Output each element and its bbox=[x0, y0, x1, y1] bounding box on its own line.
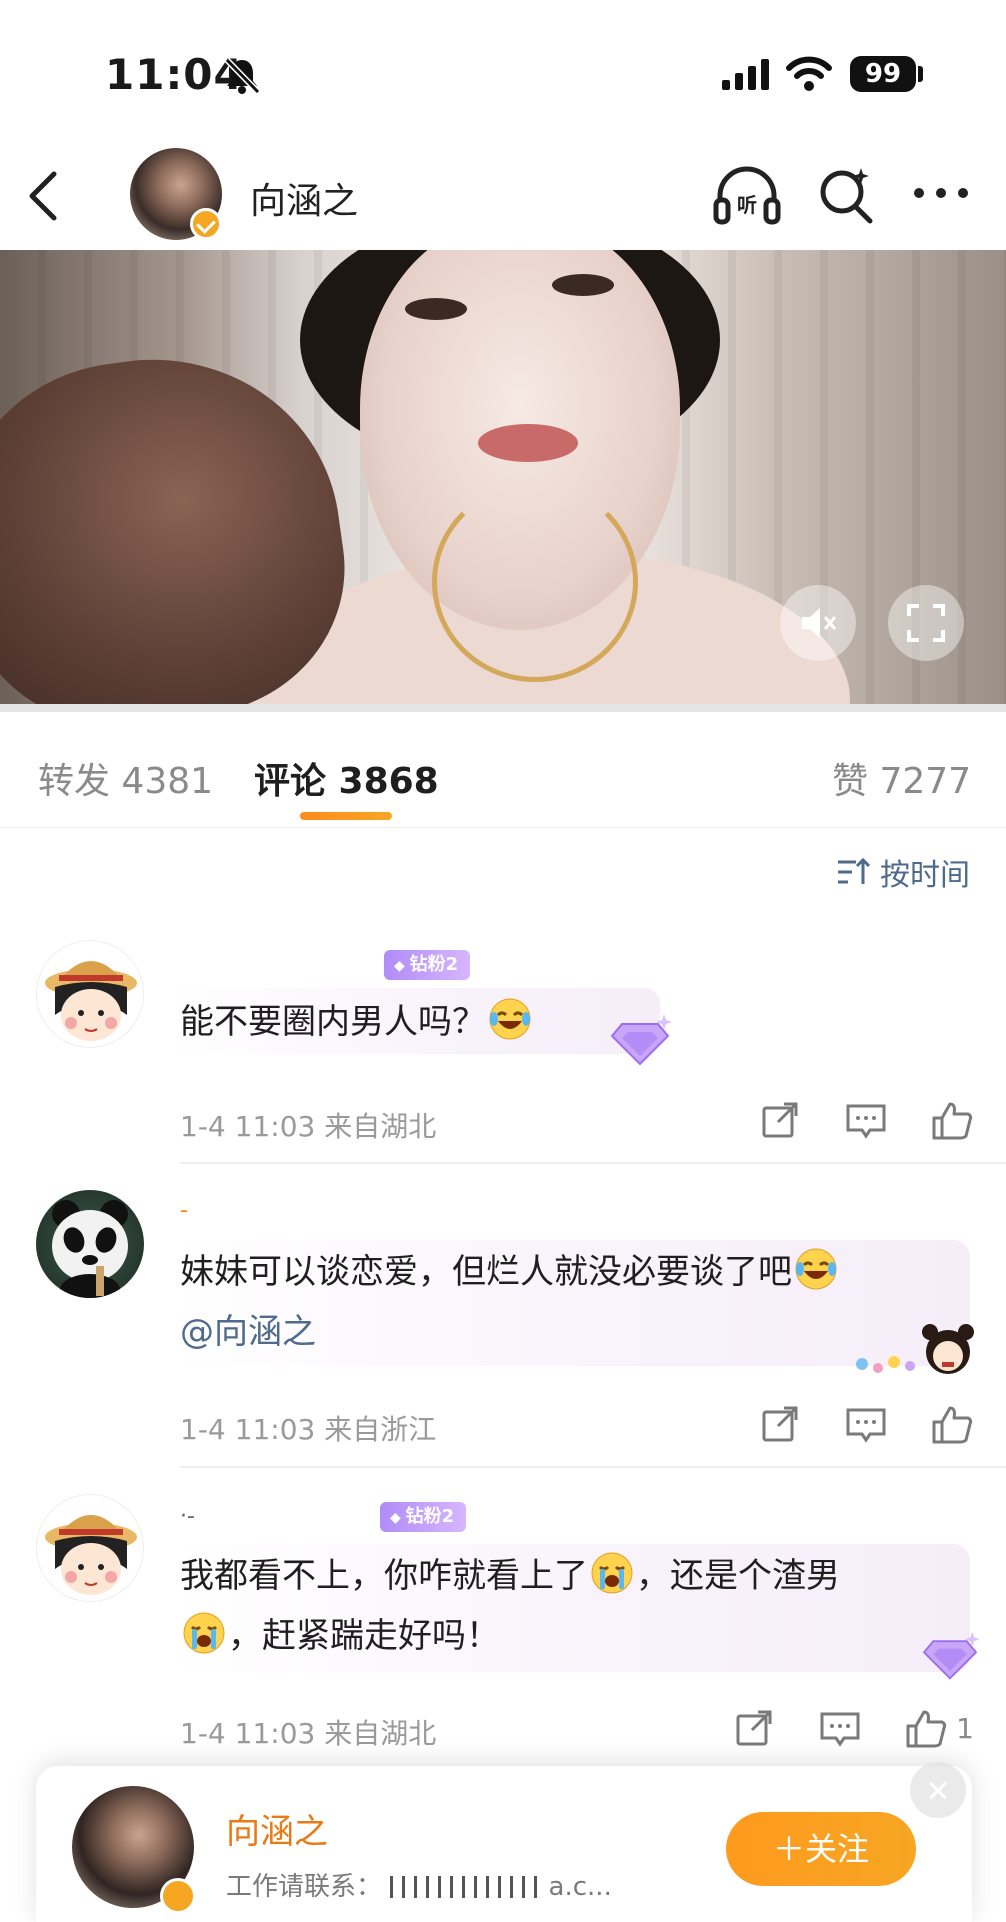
commenter-nickname[interactable]: ·- bbox=[180, 1504, 195, 1529]
header-username[interactable]: 向涵之 bbox=[250, 172, 358, 224]
diamond-fan-deco-icon bbox=[922, 1631, 980, 1680]
comment-actions bbox=[716, 1098, 974, 1142]
sort-icon bbox=[838, 857, 870, 884]
comment-location: 来自湖北 bbox=[324, 1110, 437, 1143]
wifi-icon bbox=[786, 56, 832, 91]
verified-badge-icon bbox=[190, 208, 222, 240]
status-bar: 11:04 99 bbox=[0, 0, 1006, 140]
comment-item: - 妹妹可以谈恋爱，但烂人就没必要谈了吧 @向涵之 1-4 11:03 来自浙江 bbox=[0, 1190, 1006, 1470]
svg-text:听: 听 bbox=[737, 193, 757, 217]
comment-text-content: 我都看不上，你咋就看上了 bbox=[180, 1556, 588, 1596]
laughing-tears-emoji-icon bbox=[795, 1248, 837, 1290]
comment-time: 1-4 11:03 bbox=[180, 1413, 316, 1446]
bell-mute-icon bbox=[224, 57, 261, 95]
comment-location: 来自湖北 bbox=[324, 1717, 437, 1750]
maruko-avatar-art bbox=[45, 961, 137, 1041]
crying-emoji-icon bbox=[183, 1612, 225, 1654]
comment-actions: 1 bbox=[690, 1706, 974, 1750]
tab-comments[interactable]: 评论 3868 bbox=[254, 752, 439, 804]
comment-meta: 1-4 11:03 来自湖北 bbox=[180, 1105, 436, 1145]
commenter-nickname[interactable]: - bbox=[180, 1198, 188, 1223]
video-lips bbox=[478, 424, 578, 462]
card-username[interactable]: 向涵之 bbox=[226, 1804, 328, 1853]
card-desc-text: 工作请联系： bbox=[226, 1872, 383, 1902]
comment-text-line: ，赶紧踹走好吗！ bbox=[180, 1606, 940, 1666]
video-eye-left bbox=[405, 298, 467, 320]
battery-cap bbox=[918, 66, 923, 82]
comment-text: 妹妹可以谈恋爱，但烂人就没必要谈了吧 @向涵之 bbox=[180, 1242, 960, 1362]
laughing-tears-emoji-icon bbox=[489, 998, 531, 1040]
comment-actions bbox=[716, 1402, 974, 1446]
commenter-avatar[interactable] bbox=[36, 1190, 144, 1298]
listen-headphones-icon[interactable]: 听 bbox=[712, 162, 782, 228]
reply-icon[interactable] bbox=[844, 1098, 888, 1142]
card-desc-redacted bbox=[390, 1876, 541, 1898]
interaction-tabs: 转发 4381 评论 3868 赞 7277 bbox=[0, 712, 1006, 828]
signal-icon bbox=[722, 59, 769, 90]
comment-text: 能不要圈内男人吗？ bbox=[180, 992, 534, 1052]
comment-text-content-cont: ，还是个渣男 bbox=[636, 1556, 840, 1596]
comment-mention[interactable]: @向涵之 bbox=[180, 1302, 960, 1362]
video-eye-right bbox=[552, 274, 614, 296]
comment-text-line: 我都看不上，你咋就看上了 ，还是个渣男 bbox=[180, 1546, 940, 1606]
share-icon[interactable] bbox=[758, 1402, 802, 1446]
video-progress-bar[interactable] bbox=[0, 704, 1006, 712]
share-icon[interactable] bbox=[732, 1706, 776, 1750]
comment-text: 我都看不上，你咋就看上了 ，还是个渣男 ，赶紧踹走好吗！ bbox=[180, 1546, 940, 1666]
maruko-avatar-art bbox=[45, 1515, 137, 1595]
like-icon[interactable] bbox=[930, 1098, 974, 1142]
fan-level-badge: 钻粉2 bbox=[384, 950, 471, 980]
tab-likes[interactable]: 赞 7277 bbox=[832, 752, 971, 804]
active-tab-indicator bbox=[300, 812, 392, 820]
close-icon[interactable] bbox=[910, 1762, 966, 1818]
battery-indicator: 99 bbox=[850, 56, 916, 92]
comment-meta: 1-4 11:03 来自浙江 bbox=[180, 1408, 436, 1448]
comment-location: 来自浙江 bbox=[324, 1413, 437, 1446]
sort-label: 按时间 bbox=[880, 858, 970, 893]
cartoon-girl-deco-icon bbox=[856, 1324, 974, 1374]
more-icon[interactable] bbox=[910, 178, 972, 208]
comment-text-content: 妹妹可以谈恋爱，但烂人就没必要谈了吧 bbox=[180, 1252, 792, 1292]
comment-item: 钻粉2 能不要圈内男人吗？ 1-4 11:03 来自湖北 bbox=[0, 940, 1006, 1166]
crying-emoji-icon bbox=[591, 1552, 633, 1594]
panda-avatar-art bbox=[52, 1200, 128, 1298]
comment-meta: 1-4 11:03 来自湖北 bbox=[180, 1712, 436, 1752]
post-header: 向涵之 听 bbox=[0, 140, 1006, 250]
comment-text-content: 能不要圈内男人吗？ bbox=[180, 1002, 486, 1042]
comment-text-content-line2: ，赶紧踹走好吗！ bbox=[228, 1616, 500, 1656]
fan-level-badge: 钻粉2 bbox=[380, 1502, 467, 1532]
verified-badge-icon bbox=[160, 1878, 196, 1914]
commenter-avatar[interactable] bbox=[36, 1494, 144, 1602]
tab-repost[interactable]: 转发 4381 bbox=[38, 752, 213, 804]
like-count: 1 bbox=[956, 1711, 974, 1745]
diamond-fan-deco-icon bbox=[610, 1014, 672, 1066]
comment-text-line: 妹妹可以谈恋爱，但烂人就没必要谈了吧 bbox=[180, 1242, 960, 1302]
video-necklace bbox=[432, 482, 638, 682]
like-icon[interactable] bbox=[930, 1402, 974, 1446]
card-description: 工作请联系： a.c... bbox=[226, 1866, 612, 1903]
follow-button[interactable]: ＋关注 bbox=[726, 1812, 916, 1886]
share-icon[interactable] bbox=[758, 1098, 802, 1142]
fullscreen-icon bbox=[907, 604, 945, 642]
reply-icon[interactable] bbox=[844, 1402, 888, 1446]
card-desc-tail: a.c... bbox=[548, 1872, 612, 1902]
mute-button[interactable] bbox=[780, 585, 856, 661]
video-player[interactable] bbox=[0, 250, 1006, 704]
comment-time: 1-4 11:03 bbox=[180, 1717, 316, 1750]
mute-icon bbox=[802, 608, 837, 638]
comment-divider bbox=[180, 1162, 1006, 1164]
comment-item: ·- 钻粉2 我都看不上，你咋就看上了 ，还是个渣男 ，赶紧踹走好吗！ 1-4 … bbox=[0, 1494, 1006, 1774]
fullscreen-button[interactable] bbox=[888, 585, 964, 661]
comment-divider bbox=[180, 1466, 1006, 1468]
back-icon[interactable] bbox=[24, 168, 64, 224]
like-icon[interactable] bbox=[904, 1706, 948, 1750]
commenter-avatar[interactable] bbox=[36, 940, 144, 1048]
reply-icon[interactable] bbox=[818, 1706, 862, 1750]
search-sparkle-icon[interactable] bbox=[815, 164, 877, 226]
follow-card: 向涵之 工作请联系： a.c... ＋关注 bbox=[36, 1766, 972, 1922]
sort-toggle[interactable]: 按时间 bbox=[836, 850, 970, 894]
comment-time: 1-4 11:03 bbox=[180, 1110, 316, 1143]
